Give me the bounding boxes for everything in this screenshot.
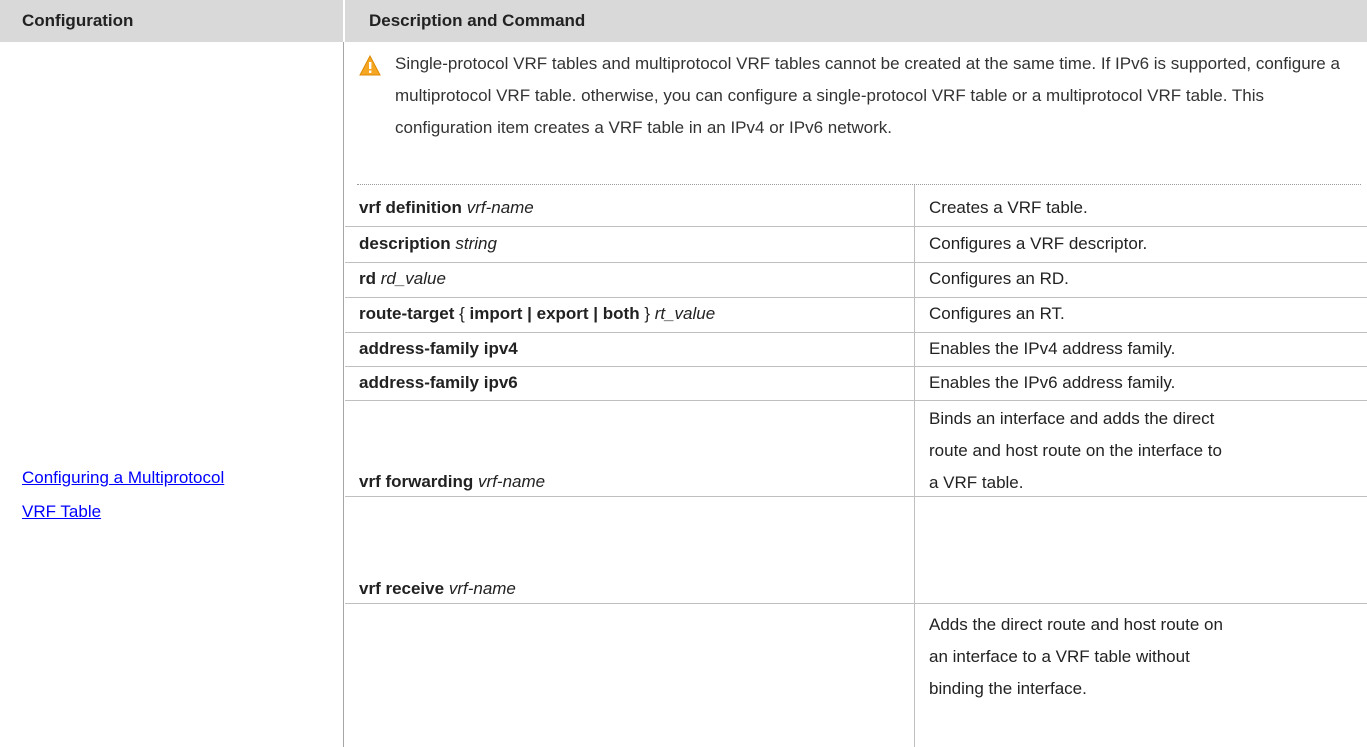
- description-line: route and host route on the interface to: [929, 441, 1222, 460]
- command-cell: route-target { import | export | both } …: [359, 298, 884, 330]
- command-keyword: vrf receive: [359, 579, 445, 598]
- column-divider-inner: [914, 461, 915, 747]
- column-header-configuration: Configuration: [0, 0, 343, 42]
- description-cell: Configures a VRF descriptor.: [929, 234, 1148, 253]
- column-divider-inner-upper: [914, 185, 915, 496]
- command-keyword: vrf forwarding: [359, 472, 474, 491]
- description-line: Adds the direct route and host route on: [929, 615, 1223, 634]
- command-argument: string: [455, 234, 497, 253]
- description-cell: Binds an interface and adds the direct r…: [929, 403, 1359, 499]
- command-cell: address-family ipv4: [359, 333, 884, 365]
- description-cell: Configures an RD.: [929, 269, 1069, 288]
- command-cell: address-family ipv6: [359, 367, 884, 399]
- column-header-description: Description and Command: [345, 0, 1367, 42]
- warning-note-text: Single-protocol VRF tables and multiprot…: [395, 54, 1340, 137]
- config-link-multiprotocol-vrf[interactable]: Configuring a Multiprotocol VRF Table: [22, 461, 322, 529]
- header-divider: [343, 0, 345, 42]
- command-cell: description string: [359, 228, 884, 260]
- config-link-line2[interactable]: VRF Table: [22, 495, 322, 529]
- column-divider-left: [343, 42, 344, 747]
- description-line: binding the interface.: [929, 679, 1087, 698]
- command-argument: rt_value: [654, 304, 716, 323]
- description-cell: Adds the direct route and host route on …: [929, 609, 1359, 705]
- command-keyword: description: [359, 234, 451, 253]
- command-argument: rd_value: [380, 269, 446, 288]
- description-cell: Creates a VRF table.: [929, 198, 1088, 217]
- config-link-line1[interactable]: Configuring a Multiprotocol: [22, 461, 322, 495]
- command-cell: vrf receive vrf-name: [359, 573, 884, 605]
- command-keyword: rd: [359, 269, 376, 288]
- command-keyword: vrf definition: [359, 198, 462, 217]
- command-keyword: address-family ipv6: [359, 373, 518, 392]
- row-separator: [345, 226, 1367, 227]
- description-line: Binds an interface and adds the direct: [929, 409, 1215, 428]
- row-separator: [345, 400, 1367, 401]
- command-keyword: route-target: [359, 304, 455, 323]
- command-brace-close: }: [639, 304, 655, 323]
- description-cell: Enables the IPv4 address family.: [929, 339, 1176, 358]
- command-cell: rd rd_value: [359, 263, 884, 295]
- description-cell: Configures an RT.: [929, 304, 1065, 323]
- config-table: Configuration Description and Command Co…: [0, 0, 1367, 747]
- command-cell: vrf forwarding vrf-name: [359, 466, 884, 498]
- command-argument: vrf-name: [448, 579, 516, 598]
- command-options: import | export | both: [469, 304, 640, 323]
- note-divider: [357, 184, 1361, 185]
- description-cell: Enables the IPv6 address family.: [929, 373, 1176, 392]
- warning-icon: [359, 55, 381, 76]
- command-keyword: address-family ipv4: [359, 339, 518, 358]
- command-cell: vrf definition vrf-name: [359, 192, 884, 224]
- command-argument: vrf-name: [478, 472, 546, 491]
- command-argument: vrf-name: [466, 198, 534, 217]
- description-line: an interface to a VRF table without: [929, 647, 1190, 666]
- command-brace-open: {: [454, 304, 470, 323]
- description-line: a VRF table.: [929, 473, 1024, 492]
